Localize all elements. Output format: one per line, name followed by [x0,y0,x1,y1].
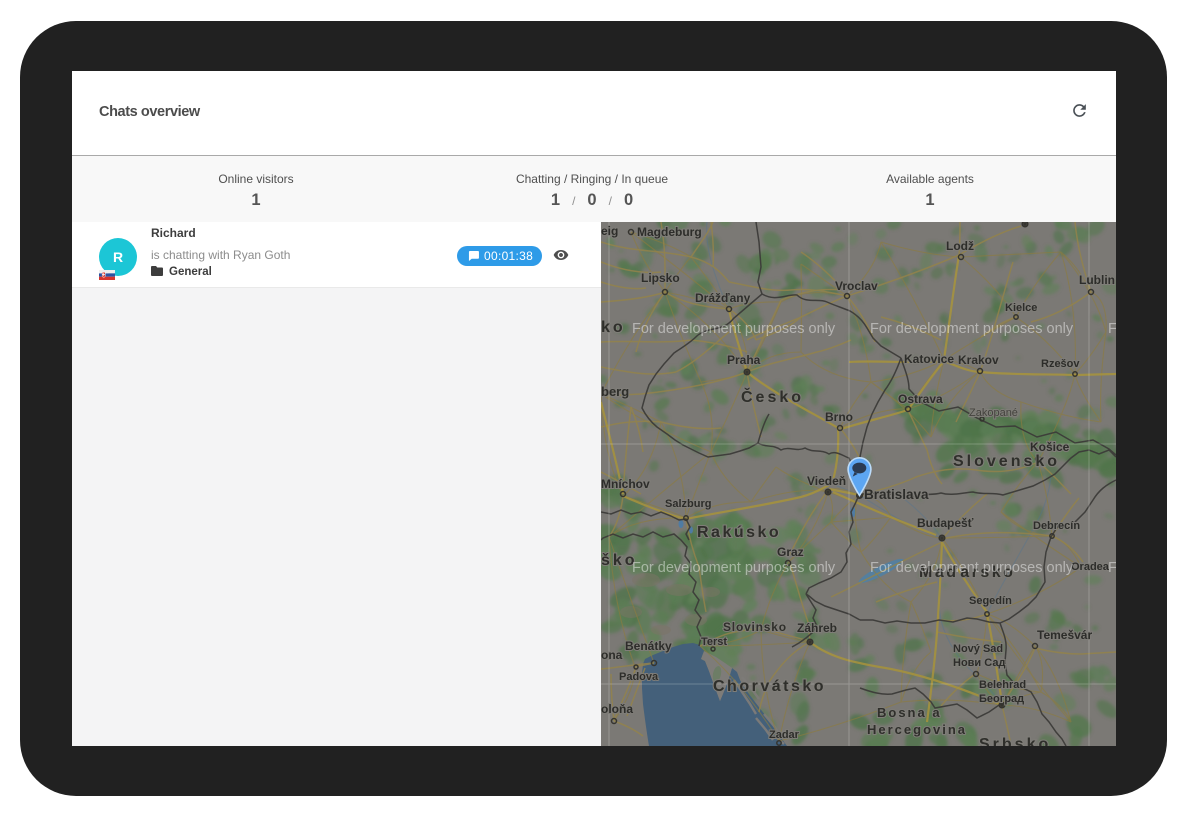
svg-text:Viedeň: Viedeň [807,474,846,488]
svg-text:Belehrad: Belehrad [979,679,1026,691]
svg-text:Praha: Praha [727,353,761,367]
svg-text:Srbsko: Srbsko [979,736,1051,746]
svg-text:Salzburg: Salzburg [665,498,711,510]
svg-text:Slovinsko: Slovinsko [723,620,787,634]
svg-text:Chorvátsko: Chorvátsko [713,678,826,695]
svg-text:Oradea: Oradea [1071,561,1110,573]
svg-text:Budapešť: Budapešť [917,516,974,530]
svg-text:Rakúsko: Rakúsko [697,524,781,541]
svg-text:Katovice: Katovice [904,352,954,366]
svg-text:berg: berg [601,384,629,399]
svg-text:For development purposes only: For development purposes only [632,560,836,576]
svg-text:Brno: Brno [825,410,853,424]
svg-text:Zakopané: Zakopané [969,407,1018,419]
svg-text:Krakov: Krakov [958,353,999,367]
svg-text:Lublin: Lublin [1079,273,1115,287]
svg-text:For development purposes only: For development purposes only [870,321,1074,337]
svg-text:ona: ona [601,648,623,662]
svg-text:Česko: Česko [741,387,804,406]
svg-text:Mníchov: Mníchov [601,477,650,491]
svg-text:Lodž: Lodž [946,239,974,253]
svg-text:Graz: Graz [777,545,804,559]
svg-text:Нови Сад: Нови Сад [953,657,1005,669]
svg-text:Lipsko: Lipsko [641,271,680,285]
svg-text:Bosna a: Bosna a [877,705,942,720]
svg-text:Terst: Terst [701,636,727,648]
svg-text:Ostrava: Ostrava [898,392,943,406]
svg-text:Košice: Košice [1030,440,1070,454]
svg-text:Nový Sad: Nový Sad [953,643,1003,655]
svg-text:Temešvár: Temešvár [1037,628,1092,642]
svg-text:For development purposes only: For development purposes only [632,321,836,337]
svg-text:ko: ko [601,319,626,336]
svg-text:Benátky: Benátky [625,639,672,653]
svg-text:Rzešov: Rzešov [1041,358,1080,370]
svg-text:eig: eig [601,224,618,238]
svg-text:Slovensko: Slovensko [953,453,1060,470]
svg-text:Segedín: Segedín [969,595,1012,607]
svg-text:oloňa: oloňa [601,702,633,716]
svg-text:Padova: Padova [619,671,659,683]
svg-text:Vroclav: Vroclav [835,279,878,293]
svg-text:Београд: Београд [979,693,1024,705]
svg-text:Fo: Fo [1108,321,1116,337]
svg-text:Bratislava: Bratislava [864,487,929,502]
svg-text:Drážďany: Drážďany [695,291,751,305]
svg-text:Zadar: Zadar [769,729,800,741]
svg-text:Hercegovina: Hercegovina [867,722,967,737]
svg-text:For development purposes only: For development purposes only [870,560,1074,576]
svg-text:Magdeburg: Magdeburg [637,225,702,239]
svg-text:Kielce: Kielce [1005,302,1037,314]
svg-text:Záhreb: Záhreb [797,621,837,635]
svg-text:Fo: Fo [1108,560,1116,576]
svg-text:Debrecín: Debrecín [1033,520,1080,532]
